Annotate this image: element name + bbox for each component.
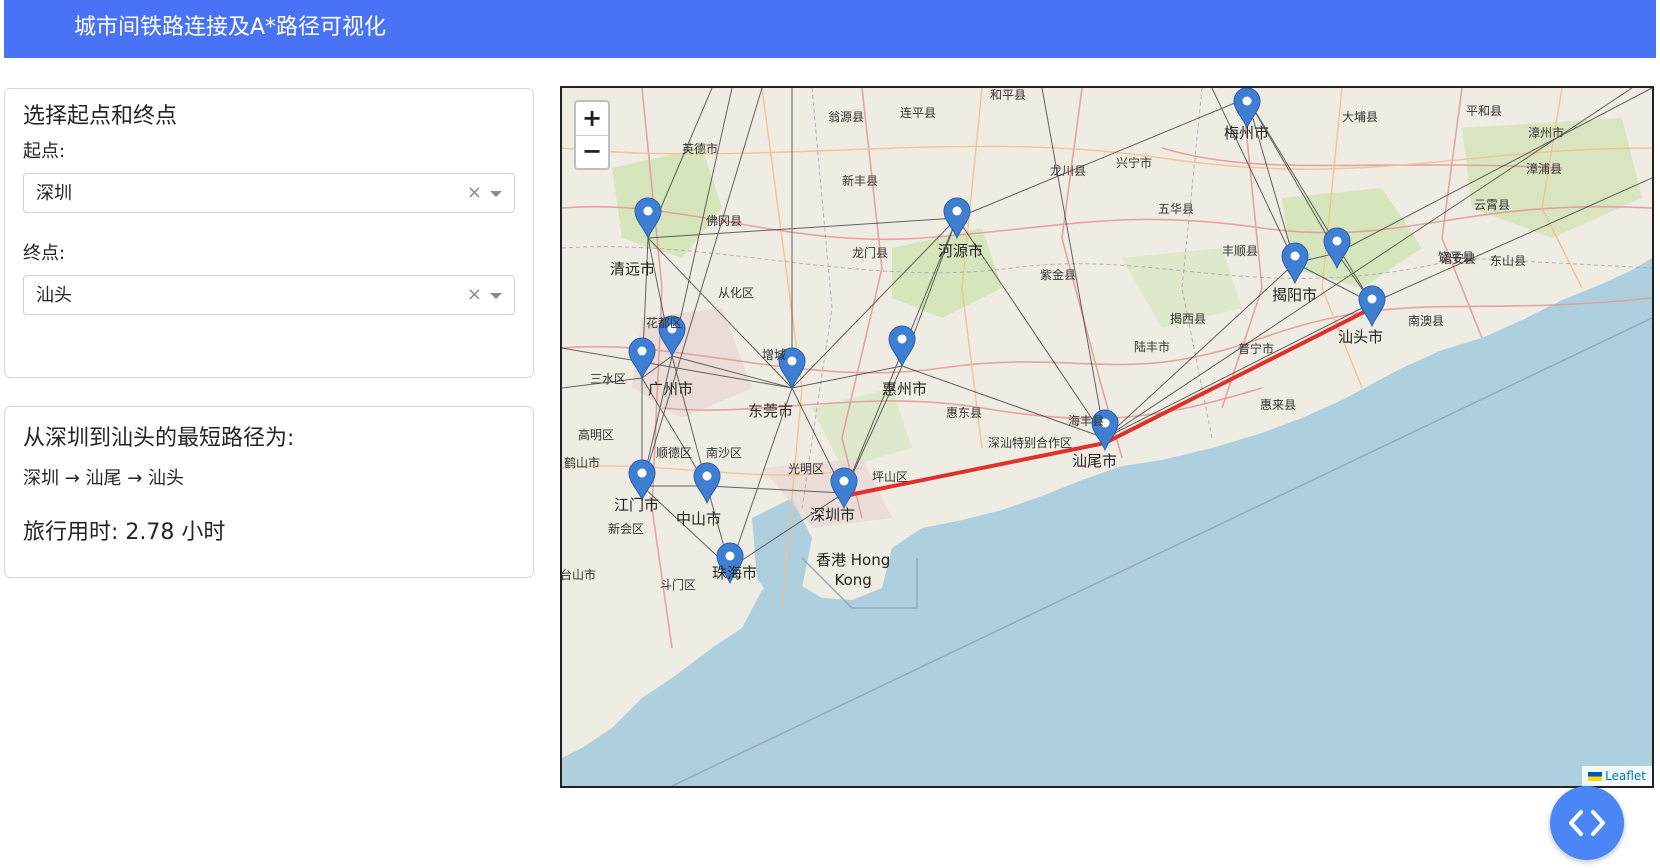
zoom-out-button[interactable]: − — [576, 135, 608, 168]
map-label-yingde: 英德市 — [682, 142, 719, 156]
map-label-jieyang: 揭阳市 — [1272, 286, 1318, 304]
map-label-fogang: 佛冈县 — [706, 214, 743, 228]
map-label-dongshan: 东山县 — [1490, 254, 1527, 268]
map-label-gaoming: 高明区 — [578, 428, 615, 442]
start-select[interactable]: 深圳 × — [23, 173, 515, 213]
chevron-down-icon[interactable] — [490, 191, 502, 197]
map-label-xinhui: 新会区 — [608, 522, 645, 536]
map-label-longchuan: 龙川县 — [1050, 164, 1087, 178]
map-label-zengcheng: 增城 — [762, 348, 787, 362]
result-title: 从深圳到汕头的最短路径为: — [23, 426, 295, 451]
map-label-qingyuan: 清远市 — [610, 260, 656, 278]
map-label-zhangzhou: 漳州市 — [1528, 126, 1565, 140]
map-label-dongguan: 东莞市 — [748, 402, 794, 420]
map-label-huizhou: 惠州市 — [882, 380, 928, 398]
map-label-jiangmen: 江门市 — [614, 496, 660, 514]
map-label-dapu: 大埔县 — [1342, 110, 1379, 124]
map-attribution[interactable]: Leaflet — [1582, 766, 1652, 786]
result-card: 从深圳到汕头的最短路径为: 深圳 → 汕尾 → 汕头 旅行用时: 2.78 小时 — [4, 406, 534, 578]
chevron-down-icon[interactable] — [490, 293, 502, 299]
selector-title: 选择起点和终点 — [23, 104, 178, 129]
clear-end-icon[interactable]: × — [467, 284, 482, 306]
header-bar: 城市间铁路连接及A*路径可视化 — [4, 0, 1656, 58]
code-brackets-icon — [1569, 810, 1605, 836]
ukraine-flag-icon — [1588, 772, 1603, 781]
map-tiles — [562, 88, 1652, 786]
map-label-shantou: 汕头市 — [1338, 328, 1384, 346]
map-label-heyuan: 河源市 — [938, 242, 984, 260]
map-label-zhuhai: 珠海市 — [712, 564, 758, 582]
map-label-guangzhou: 广州市 — [648, 380, 694, 398]
route-selector-card: 选择起点和终点 起点: 深圳 × 终点: 汕头 × — [4, 88, 534, 378]
map-label-heping: 和平县 — [990, 88, 1027, 102]
map-label-shenzhen: 深圳市 — [810, 506, 856, 524]
map-label-doumen: 斗门区 — [660, 578, 697, 592]
start-label: 起点: — [23, 141, 66, 162]
map-label-jiexi: 揭西县 — [1170, 312, 1207, 326]
map-label-huadu: 花都区 — [646, 316, 683, 330]
map-label-conghua: 从化区 — [718, 286, 755, 300]
map-label-nansha: 南沙区 — [706, 446, 743, 460]
map-label-puning: 普宁市 — [1238, 342, 1275, 356]
map-label-shenshan: 深汕特别合作区 — [988, 436, 1073, 450]
map-label-hongkong-line2: Kong — [834, 571, 872, 589]
map-label-hongkong: 香港 Hong Kong — [816, 550, 890, 590]
map-label-guangming: 光明区 — [788, 462, 825, 476]
map-label-longmen: 龙门县 — [852, 246, 889, 260]
map-label-zhaoan: 诏安县 — [1440, 252, 1477, 266]
map-view[interactable]: 清远市 广州市 东莞市 惠州市 河源市 梅州市 揭阳市 汕头市 汕尾市 深圳市 … — [560, 86, 1654, 788]
map-label-zijin: 紫金县 — [1040, 268, 1077, 282]
zoom-control: + − — [574, 100, 610, 170]
map-label-huidong: 惠东县 — [946, 406, 983, 420]
end-select[interactable]: 汕头 × — [23, 275, 515, 315]
start-select-value: 深圳 — [36, 183, 72, 204]
map-label-wengyuan: 翁源县 — [828, 110, 865, 124]
map-label-huilai: 惠来县 — [1260, 398, 1297, 412]
map-label-wuhua: 五华县 — [1158, 202, 1195, 216]
zoom-in-button[interactable]: + — [576, 102, 608, 136]
map-label-pingshan: 坪山区 — [872, 470, 909, 484]
travel-time-value: 2.78 小时 — [125, 520, 226, 545]
map-label-xinfeng: 新丰县 — [842, 174, 879, 188]
end-label: 终点: — [23, 243, 66, 264]
code-toggle-button[interactable] — [1550, 786, 1624, 860]
map-label-shunde: 顺德区 — [656, 446, 693, 460]
map-label-lufeng: 陆丰市 — [1134, 340, 1171, 354]
map-label-taishan: 台山市 — [560, 568, 597, 582]
map-label-hongkong-line1: 香港 Hong — [816, 551, 891, 569]
clear-start-icon[interactable]: × — [467, 182, 482, 204]
map-label-haifeng: 海丰县 — [1068, 414, 1105, 428]
end-select-value: 汕头 — [36, 285, 72, 306]
map-label-pinghe: 平和县 — [1466, 104, 1503, 118]
map-label-sanshui: 三水区 — [590, 372, 627, 386]
map-label-meizhou: 梅州市 — [1224, 124, 1270, 142]
map-label-lianping: 连平县 — [900, 106, 937, 120]
travel-time: 旅行用时: 2.78 小时 — [23, 519, 225, 547]
map-label-xingning: 兴宁市 — [1116, 156, 1153, 170]
travel-time-label: 旅行用时: — [23, 520, 119, 545]
attribution-link[interactable]: Leaflet — [1605, 769, 1646, 783]
map-label-zhongshan: 中山市 — [676, 510, 722, 528]
map-label-zhangpu: 漳浦县 — [1526, 162, 1563, 176]
map-label-nanao: 南澳县 — [1408, 314, 1445, 328]
map-label-heshan: 鹤山市 — [564, 456, 601, 470]
map-label-yunxiao: 云霄县 — [1474, 198, 1511, 212]
map-label-fengshun: 丰顺县 — [1222, 244, 1259, 258]
map-label-shanwei: 汕尾市 — [1072, 452, 1118, 470]
result-path: 深圳 → 汕尾 → 汕头 — [23, 468, 185, 489]
app-title: 城市间铁路连接及A*路径可视化 — [74, 15, 387, 40]
